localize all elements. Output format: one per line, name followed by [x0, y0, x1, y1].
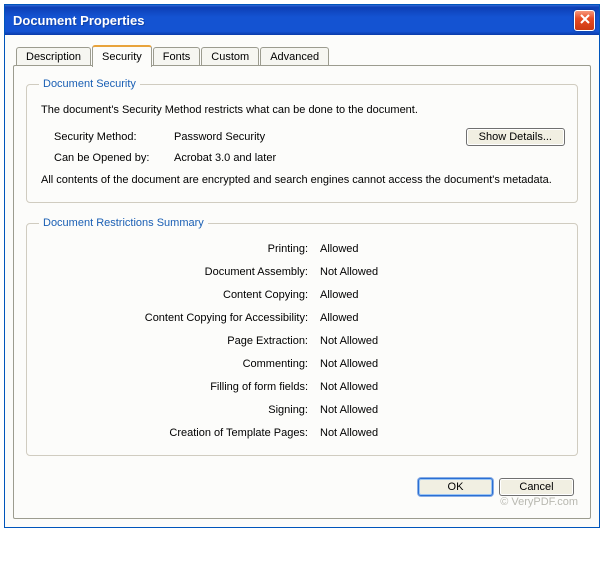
restriction-value: Allowed: [314, 312, 565, 324]
restriction-value: Not Allowed: [314, 358, 565, 370]
security-method-value: Password Security: [174, 131, 466, 143]
restriction-label: Signing:: [39, 404, 314, 416]
tab-panel-security: Document Security The document's Securit…: [13, 65, 591, 519]
restriction-label: Commenting:: [39, 358, 314, 370]
dialog-footer: OK Cancel: [26, 470, 578, 498]
group-legend: Document Restrictions Summary: [39, 217, 208, 229]
cancel-button[interactable]: Cancel: [499, 478, 574, 496]
group-restrictions: Document Restrictions Summary Printing: …: [26, 217, 578, 456]
tab-custom[interactable]: Custom: [201, 47, 259, 66]
tab-advanced[interactable]: Advanced: [260, 47, 329, 66]
restriction-label: Printing:: [39, 243, 314, 255]
tab-description[interactable]: Description: [16, 47, 91, 66]
row-security-method: Security Method: Password Security Show …: [39, 128, 565, 146]
client-area: Description Security Fonts Custom Advanc…: [5, 35, 599, 527]
group-document-security: Document Security The document's Securit…: [26, 78, 578, 203]
tab-label: Custom: [211, 51, 249, 63]
tab-label: Description: [26, 51, 81, 63]
restriction-value: Not Allowed: [314, 381, 565, 393]
tab-security[interactable]: Security: [92, 45, 152, 67]
restriction-value: Allowed: [314, 289, 565, 301]
group-legend: Document Security: [39, 78, 140, 90]
restriction-label: Content Copying for Accessibility:: [39, 312, 314, 324]
tab-label: Advanced: [270, 51, 319, 63]
show-details-button[interactable]: Show Details...: [466, 128, 565, 146]
restriction-value: Not Allowed: [314, 427, 565, 439]
restriction-label: Page Extraction:: [39, 335, 314, 347]
row-opened-by: Can be Opened by: Acrobat 3.0 and later: [39, 152, 565, 164]
restriction-value: Allowed: [314, 243, 565, 255]
security-note: All contents of the document are encrypt…: [41, 174, 563, 186]
close-icon: [580, 14, 590, 27]
tab-label: Fonts: [163, 51, 191, 63]
tab-strip: Description Security Fonts Custom Advanc…: [13, 45, 591, 66]
security-intro: The document's Security Method restricts…: [41, 104, 565, 116]
restriction-label: Creation of Template Pages:: [39, 427, 314, 439]
restriction-label: Document Assembly:: [39, 266, 314, 278]
window-title: Document Properties: [13, 13, 574, 28]
restriction-label: Content Copying:: [39, 289, 314, 301]
restriction-value: Not Allowed: [314, 404, 565, 416]
security-method-label: Security Method:: [39, 131, 174, 143]
titlebar: Document Properties: [5, 5, 599, 35]
close-button[interactable]: [574, 10, 595, 31]
opened-by-value: Acrobat 3.0 and later: [174, 152, 565, 164]
tab-label: Security: [102, 51, 142, 63]
restriction-label: Filling of form fields:: [39, 381, 314, 393]
restriction-value: Not Allowed: [314, 266, 565, 278]
restrictions-grid: Printing: Allowed Document Assembly: Not…: [39, 239, 565, 441]
opened-by-label: Can be Opened by:: [39, 152, 174, 164]
restriction-value: Not Allowed: [314, 335, 565, 347]
window: Document Properties Description Security…: [4, 4, 600, 528]
ok-button[interactable]: OK: [418, 478, 493, 496]
tab-fonts[interactable]: Fonts: [153, 47, 201, 66]
